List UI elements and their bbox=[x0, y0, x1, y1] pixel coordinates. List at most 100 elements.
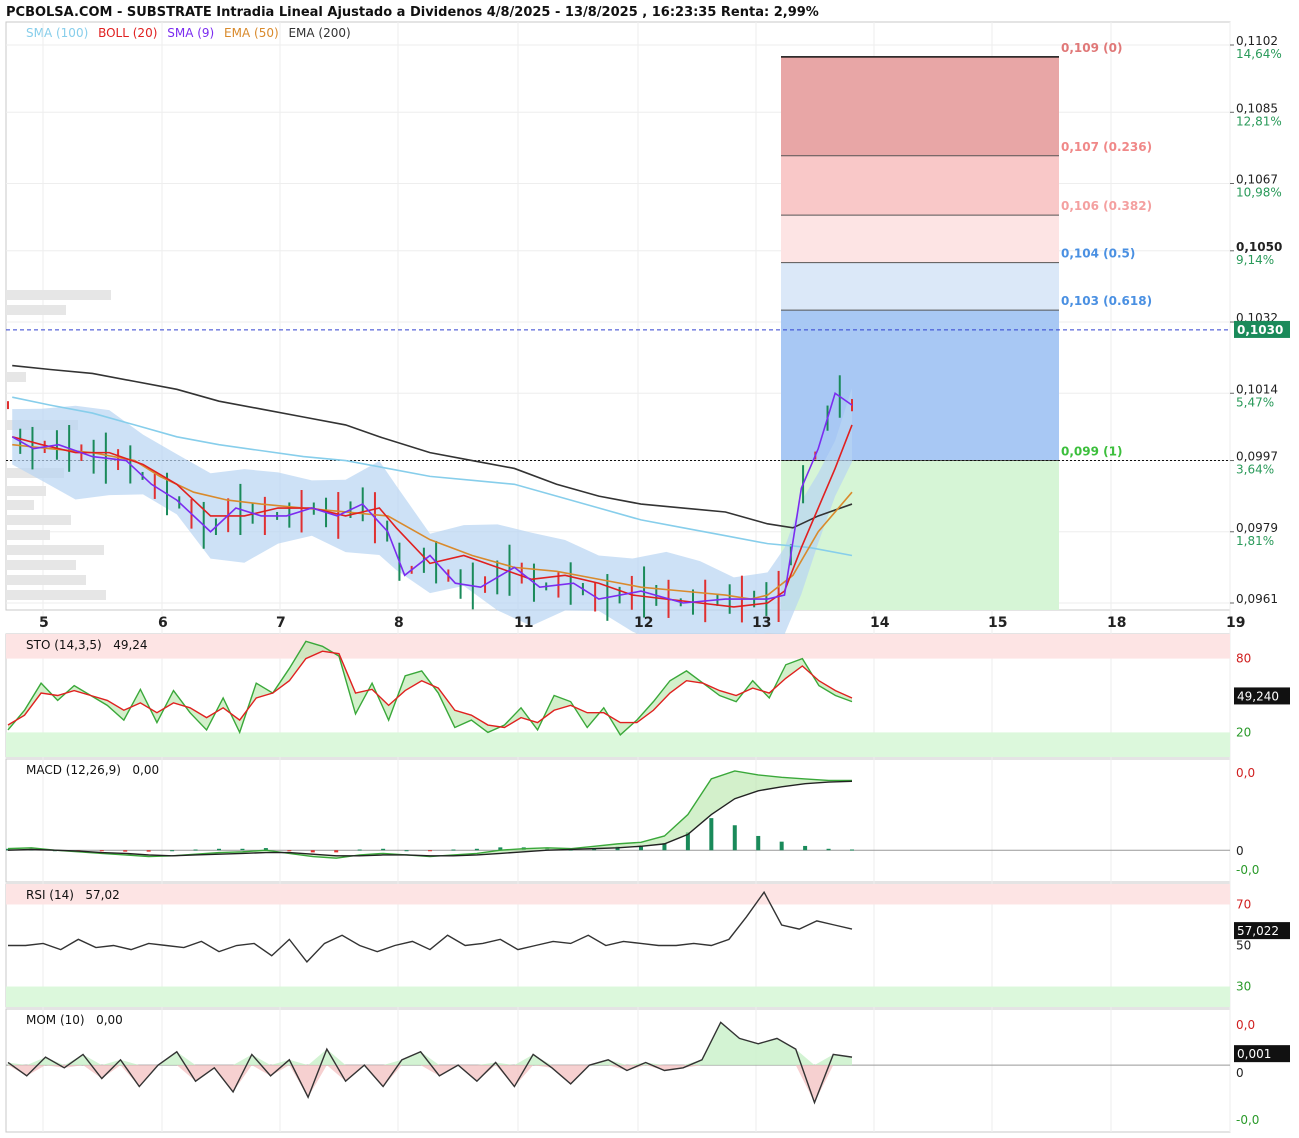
y-tick-label: 0,1085 bbox=[1236, 101, 1278, 115]
macd-histogram-bar bbox=[451, 849, 456, 851]
mom-label: MOM (10) 0,00 bbox=[26, 1013, 123, 1027]
macd-histogram-bar bbox=[193, 849, 198, 851]
rsi-last-label: 57,022 bbox=[1237, 924, 1279, 938]
x-tick-label: 11 bbox=[514, 615, 533, 631]
fib-zone bbox=[781, 262, 1059, 311]
fib-zone bbox=[781, 155, 1059, 216]
volume-profile-bar bbox=[6, 500, 34, 510]
macd-histogram-bar bbox=[217, 848, 221, 851]
last-price-label: 0,1030 bbox=[1237, 323, 1283, 337]
panel-frame-macd bbox=[5, 758, 1231, 883]
pct-tick-label: 5,47% bbox=[1236, 395, 1274, 409]
macd-label: MACD (12,26,9) 0,00 bbox=[26, 763, 160, 777]
y-tick-label: 0,1067 bbox=[1236, 173, 1278, 187]
volume-profile-bar bbox=[6, 305, 66, 315]
volume-profile-bar bbox=[6, 290, 111, 300]
sto-last-label: 49,240 bbox=[1237, 689, 1279, 703]
volume-profile-bar bbox=[6, 590, 106, 600]
macd-histogram-bar bbox=[99, 850, 104, 852]
mom-last-label: 0,001 bbox=[1237, 1047, 1271, 1061]
macd-histogram-bar bbox=[779, 841, 784, 851]
macd-histogram-bar bbox=[803, 845, 808, 851]
y-tick-label: 0,0997 bbox=[1236, 450, 1278, 464]
volume-profile-bar bbox=[6, 575, 86, 585]
mom-negative-fill bbox=[8, 1065, 852, 1103]
x-tick-label: 8 bbox=[394, 615, 404, 631]
sto-level-80: 80 bbox=[1236, 652, 1251, 666]
price-chart-svg: 0,109 (0) 0,107 (0.236) 0,106 (0.382) 0,104… bbox=[5, 21, 1290, 1133]
x-tick-label: 13 bbox=[752, 615, 771, 631]
fib-label: 0,103 (0.618) bbox=[1061, 294, 1152, 308]
macd-fill bbox=[8, 770, 852, 859]
x-tick-label: 19 bbox=[1226, 615, 1245, 631]
macd-tick-zero: 0 bbox=[1236, 844, 1244, 858]
fib-label: 0,107 (0.236) bbox=[1061, 140, 1152, 154]
macd-histogram-bar bbox=[732, 825, 737, 851]
pct-tick-label: 9,14% bbox=[1236, 253, 1274, 267]
pct-tick-label: 12,81% bbox=[1236, 114, 1282, 128]
fib-label: 0,104 (0.5) bbox=[1061, 247, 1135, 261]
pct-tick-label: 3,64% bbox=[1236, 463, 1274, 477]
macd-histogram-bar bbox=[334, 850, 339, 853]
fib-label: 0,109 (0) bbox=[1061, 41, 1122, 55]
macd-histogram-bar bbox=[240, 848, 245, 851]
y-tick-label: 0,1014 bbox=[1236, 382, 1278, 396]
y-tick-label: 0,0979 bbox=[1236, 521, 1278, 535]
x-tick-label: 15 bbox=[988, 615, 1007, 631]
chart-page: PCBOLSA.COM - SUBSTRATE Intradia Lineal … bbox=[0, 0, 1299, 1138]
y-tick-label: 0,1102 bbox=[1236, 34, 1278, 48]
pct-tick-label: 14,64% bbox=[1236, 47, 1282, 61]
fib-zone bbox=[781, 310, 1059, 461]
sto-label: STO (14,3,5) 49,24 bbox=[26, 638, 148, 652]
volume-profile-bar bbox=[6, 530, 50, 540]
macd-histogram-bar bbox=[428, 850, 432, 852]
rsi-label: RSI (14) 57,02 bbox=[26, 888, 120, 902]
candle bbox=[7, 401, 9, 410]
macd-histogram-bar bbox=[170, 850, 175, 852]
x-tick-label: 5 bbox=[39, 615, 49, 631]
macd-histogram-bar bbox=[639, 846, 643, 851]
x-tick-label: 7 bbox=[276, 615, 286, 631]
y-tick-label: 0,0961 bbox=[1236, 592, 1278, 606]
macd-histogram-bar bbox=[357, 849, 362, 851]
macd-histogram-bar bbox=[709, 818, 714, 851]
pct-tick-label: 1,81% bbox=[1236, 534, 1274, 548]
mom-positive-fill bbox=[8, 1022, 852, 1066]
macd-histogram-bar bbox=[381, 848, 386, 851]
rsi-oversold-zone bbox=[6, 986, 1230, 1007]
mom-tick-zero: 0 bbox=[1236, 1066, 1244, 1080]
sto-d-line bbox=[7, 650, 853, 729]
x-tick-label: 14 bbox=[870, 615, 890, 631]
fib-zone bbox=[781, 215, 1059, 263]
macd-histogram-bar bbox=[850, 849, 854, 851]
macd-tick-bottom: -0,0 bbox=[1236, 863, 1259, 877]
volume-profile-bar bbox=[6, 515, 71, 525]
macd-histogram-bar bbox=[404, 850, 409, 852]
volume-profile-bar bbox=[6, 545, 104, 555]
macd-histogram-bar bbox=[310, 850, 315, 853]
mom-tick-top: 0,0 bbox=[1236, 1018, 1255, 1032]
macd-histogram-bar bbox=[756, 835, 761, 851]
fib-zone bbox=[781, 56, 1059, 156]
sto-overbought-zone bbox=[6, 634, 1230, 659]
macd-histogram-bar bbox=[826, 848, 831, 851]
macd-histogram-bar bbox=[123, 850, 128, 852]
rsi-level-70: 70 bbox=[1236, 898, 1251, 912]
volume-profile-bar bbox=[6, 372, 26, 382]
mom-tick-bottom: -0,0 bbox=[1236, 1113, 1259, 1127]
macd-histogram-bar bbox=[146, 850, 151, 852]
volume-profile-bar bbox=[6, 560, 76, 570]
fib-label: 0,099 (1) bbox=[1061, 445, 1122, 459]
rsi-level-50: 50 bbox=[1236, 939, 1251, 953]
pct-tick-label: 10,98% bbox=[1236, 186, 1282, 200]
macd-histogram-bar bbox=[474, 848, 479, 851]
x-tick-label: 6 bbox=[158, 615, 168, 631]
macd-histogram-bar bbox=[287, 850, 292, 852]
volume-profile-bar bbox=[6, 486, 46, 496]
x-tick-label: 18 bbox=[1107, 615, 1126, 631]
rsi-overbought-zone bbox=[6, 884, 1230, 905]
indicator-panels: 80 20 49,240 0,0 0 -0,0 70 50 30 57,022 0,0 0 -0,0 0,… bbox=[6, 634, 1290, 1127]
sto-level-20: 20 bbox=[1236, 725, 1251, 739]
sto-oversold-zone bbox=[6, 732, 1230, 757]
y-tick-label: 0,1050 bbox=[1236, 240, 1282, 254]
